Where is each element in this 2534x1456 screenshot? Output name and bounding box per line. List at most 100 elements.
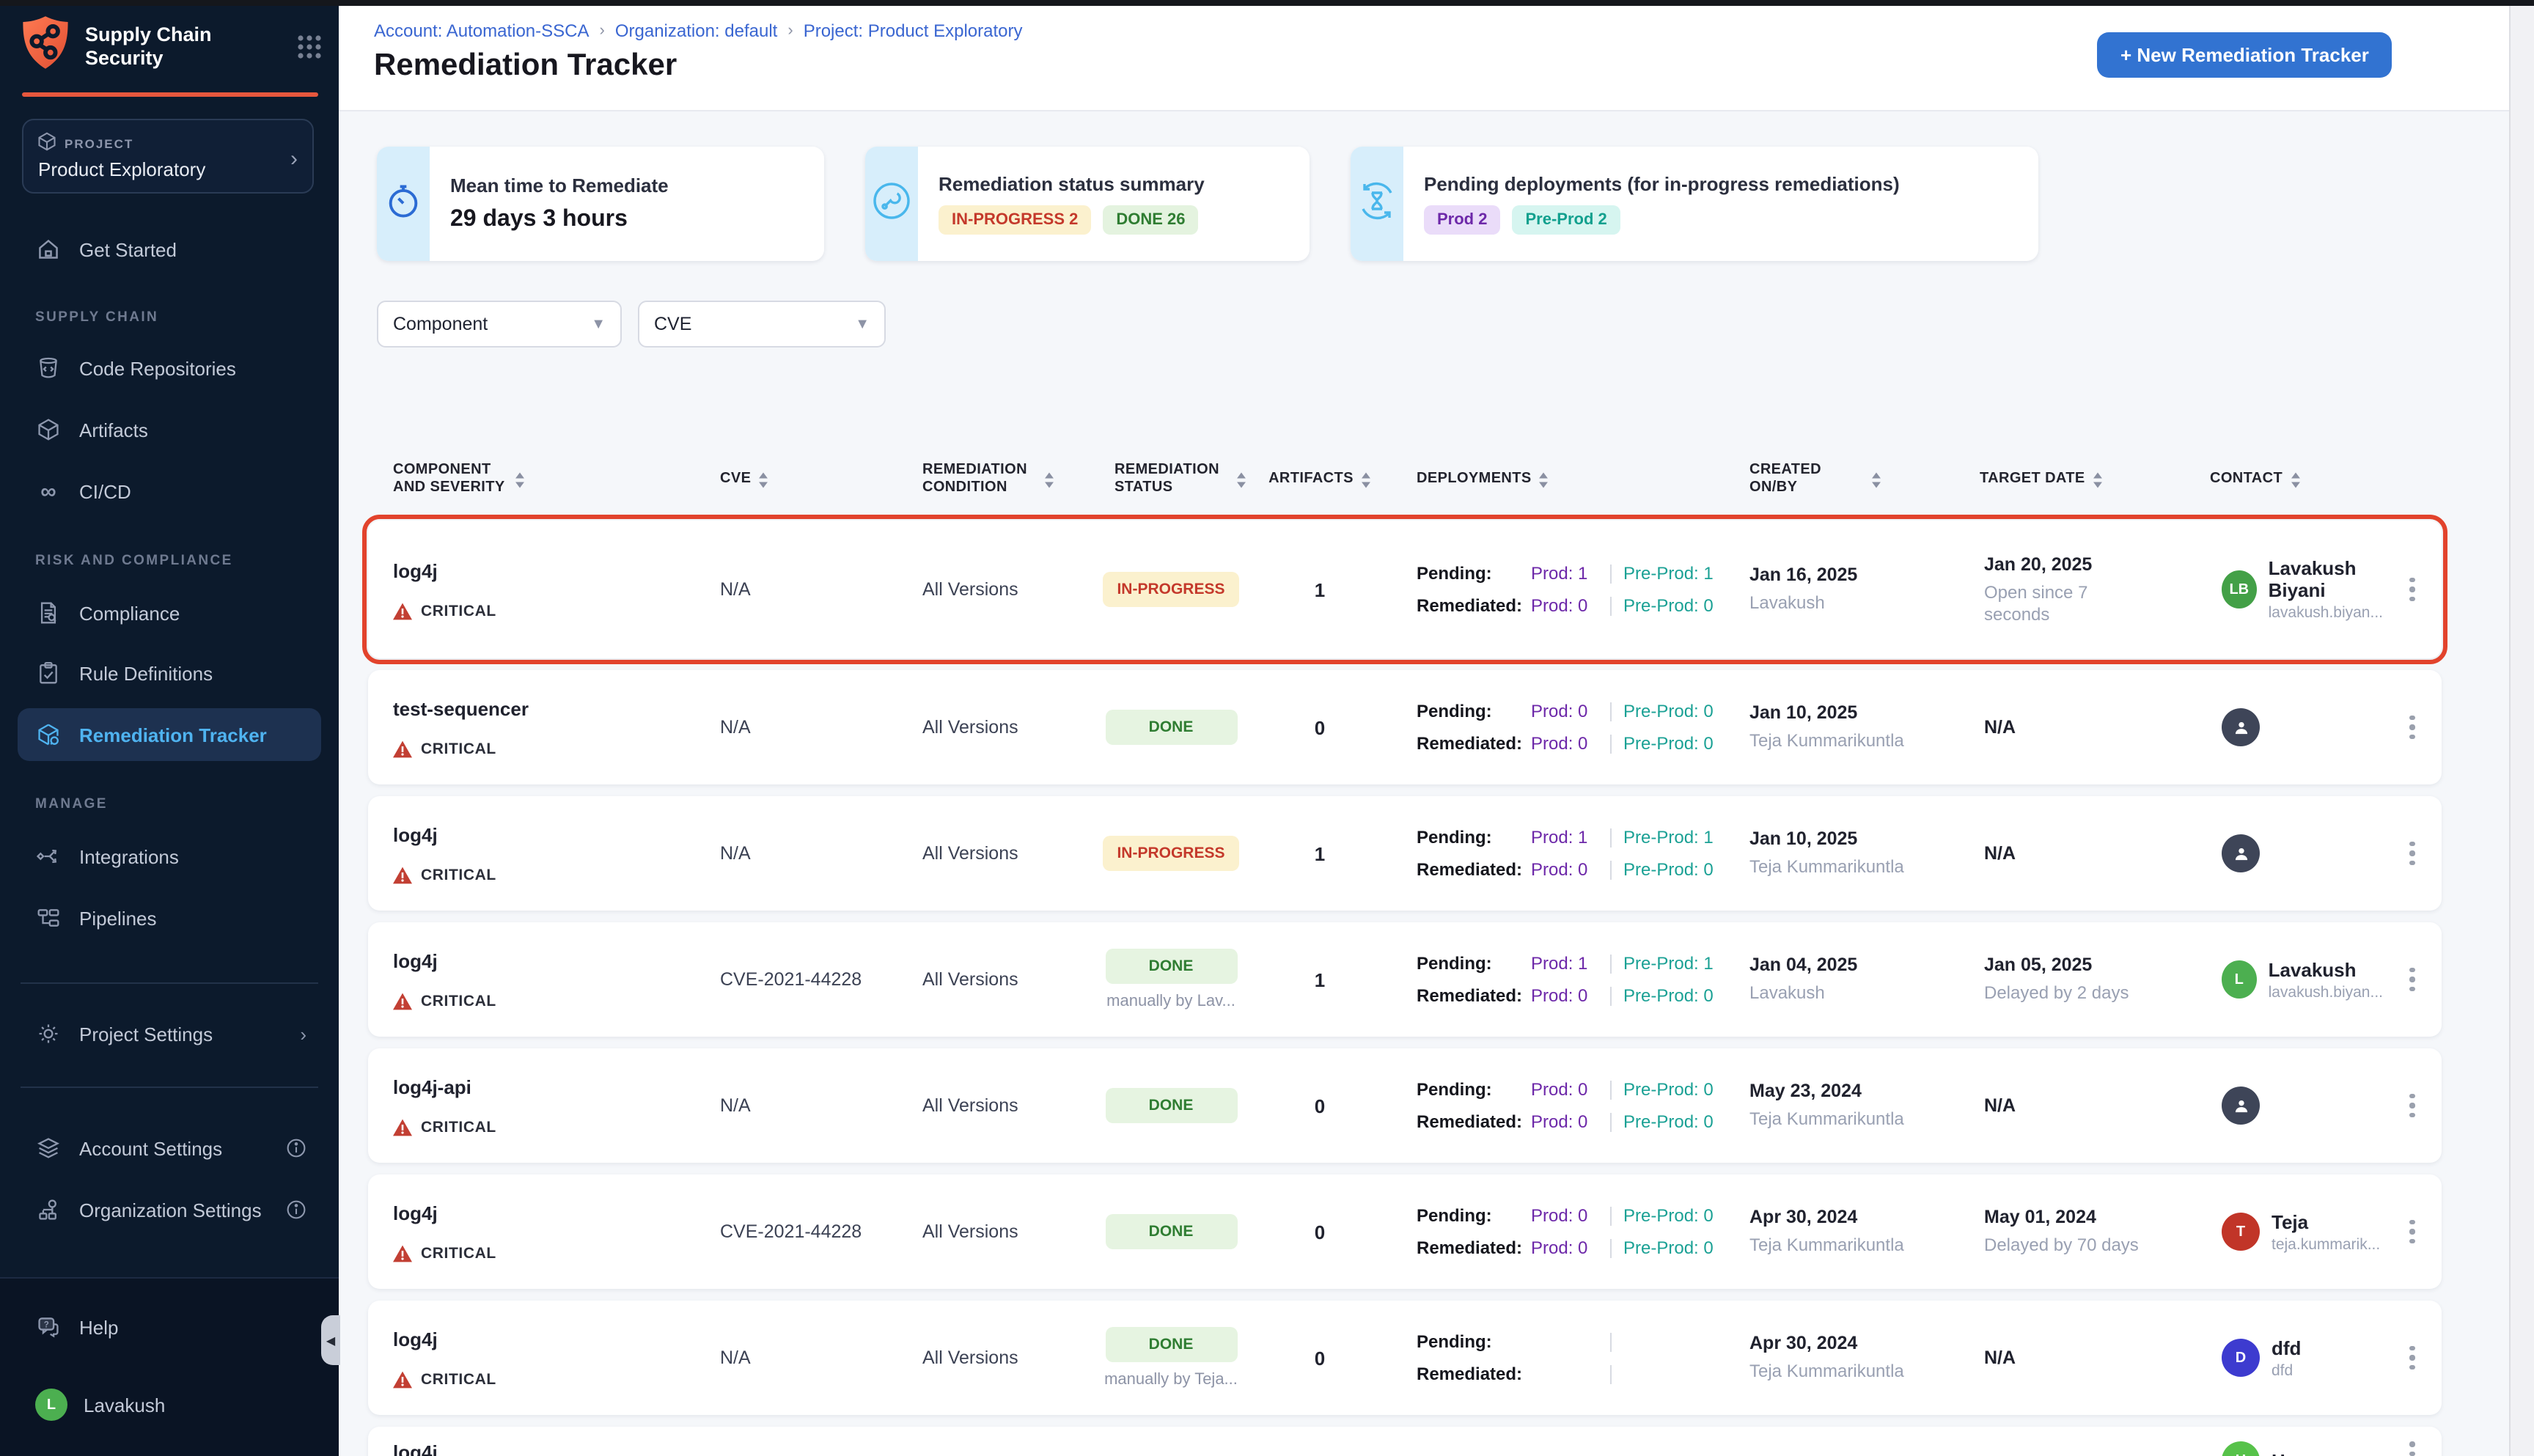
table-row[interactable]: log4jHHarness	[368, 1427, 2442, 1456]
sidebar-user[interactable]: L Lavakush	[18, 1378, 321, 1431]
row-menu-kebab[interactable]	[2383, 1094, 2442, 1118]
sidebar-item-pipelines[interactable]: Pipelines	[18, 891, 321, 944]
sort-icon[interactable]	[2290, 471, 2300, 488]
vertical-scrollbar[interactable]	[2509, 0, 2534, 1456]
deploy-label: Pending:	[1417, 701, 1531, 721]
row-menu-kebab[interactable]	[2383, 842, 2442, 866]
deploy-prod-value[interactable]: Prod: 1	[1531, 563, 1598, 584]
deploy-preprod-value[interactable]: Pre-Prod: 0	[1623, 1238, 1714, 1258]
table-row[interactable]: log4jCRITICALCVE-2021-44228All VersionsD…	[368, 1174, 2442, 1289]
sort-icon[interactable]	[758, 471, 768, 488]
deploy-preprod-value[interactable]: Pre-Prod: 0	[1623, 985, 1714, 1006]
deploy-preprod-value[interactable]: Pre-Prod: 0	[1623, 595, 1714, 616]
deploy-prod-value[interactable]: Prod: 0	[1531, 859, 1598, 880]
deploy-prod-value[interactable]: Prod: 0	[1531, 1238, 1598, 1258]
divider	[1610, 734, 1612, 753]
contact-avatar: LB	[2222, 570, 2257, 608]
column-header[interactable]: REMEDIATION STATUS	[1081, 462, 1261, 497]
component-filter-dropdown[interactable]: Component ▼	[377, 301, 622, 348]
component-name: log4j	[393, 1328, 704, 1350]
module-grid-icon[interactable]	[295, 32, 324, 61]
deploy-preprod-value[interactable]: Pre-Prod: 0	[1623, 1205, 1714, 1226]
row-menu-kebab[interactable]	[2383, 1441, 2442, 1456]
column-header[interactable]: CONTACT	[2200, 471, 2383, 488]
deploy-prod-value[interactable]: Prod: 0	[1531, 701, 1598, 721]
app-title: Supply ChainSecurity	[85, 23, 295, 70]
breadcrumb-organization[interactable]: Organization: default	[615, 21, 778, 41]
deploy-preprod-value[interactable]: Pre-Prod: 0	[1623, 1111, 1714, 1132]
severity-badge: CRITICAL	[393, 1370, 704, 1388]
table-row[interactable]: log4jCRITICALN/AAll VersionsIN-PROGRESS1…	[368, 796, 2442, 911]
table-row[interactable]: log4j-apiCRITICALN/AAll VersionsDONE0Pen…	[368, 1048, 2442, 1163]
chevron-down-icon: ▼	[591, 316, 606, 332]
status-note: manually by Lav...	[1106, 993, 1235, 1010]
severity-badge: CRITICAL	[393, 602, 704, 619]
deploy-preprod-value[interactable]: Pre-Prod: 0	[1623, 733, 1714, 754]
row-menu-kebab[interactable]	[2383, 578, 2442, 602]
cve-filter-dropdown[interactable]: CVE ▼	[638, 301, 886, 348]
sidebar-item-integrations[interactable]: Integrations	[18, 830, 321, 883]
column-header[interactable]: TARGET DATE	[1965, 471, 2200, 488]
contact-cell: TTejateja.kummarik...	[2200, 1210, 2383, 1253]
sidebar-item-cicd[interactable]: ∞ CI/CD	[18, 465, 321, 518]
deploy-prod-value[interactable]: Prod: 0	[1531, 1079, 1598, 1100]
sidebar-item-remediation-tracker[interactable]: Remediation Tracker	[18, 708, 321, 761]
sort-icon[interactable]	[515, 471, 525, 488]
table-row[interactable]: test-sequencerCRITICALN/AAll VersionsDON…	[368, 670, 2442, 784]
row-menu-kebab[interactable]	[2383, 1220, 2442, 1244]
deploy-prod-value[interactable]: Prod: 1	[1531, 827, 1598, 848]
table-row[interactable]: log4jCRITICALN/AAll VersionsDONEmanually…	[368, 1301, 2442, 1415]
sidebar-collapse-handle[interactable]: ◀	[321, 1315, 340, 1365]
table-row[interactable]: log4jCRITICALN/AAll VersionsIN-PROGRESS1…	[368, 521, 2442, 658]
critical-icon	[393, 1244, 412, 1262]
sort-icon[interactable]	[2093, 471, 2103, 488]
deploy-label: Pending:	[1417, 1079, 1531, 1100]
sort-icon[interactable]	[1871, 471, 1881, 488]
column-header[interactable]: ARTIFACTS	[1261, 471, 1378, 488]
sort-icon[interactable]	[1236, 471, 1246, 488]
deploy-label: Pending:	[1417, 827, 1531, 848]
breadcrumb-account[interactable]: Account: Automation-SSCA	[374, 21, 590, 41]
sidebar-item-organization-settings[interactable]: Organization Settings	[18, 1183, 321, 1236]
deploy-prod-value[interactable]: Prod: 0	[1531, 1111, 1598, 1132]
sidebar-item-help[interactable]: ? Help	[18, 1301, 321, 1353]
column-header[interactable]: CREATED ON/BY	[1730, 462, 1965, 497]
row-menu-kebab[interactable]	[2383, 716, 2442, 740]
breadcrumb-project[interactable]: Project: Product Exploratory	[804, 21, 1023, 41]
sidebar-item-project-settings[interactable]: Project Settings ›	[18, 1007, 321, 1060]
deploy-prod-value[interactable]: Prod: 0	[1531, 985, 1598, 1006]
sort-icon[interactable]	[1361, 471, 1371, 488]
user-avatar: L	[35, 1389, 67, 1421]
table-row[interactable]: log4jCRITICALCVE-2021-44228All VersionsD…	[368, 922, 2442, 1037]
deploy-preprod-value[interactable]: Pre-Prod: 0	[1623, 859, 1714, 880]
column-header[interactable]: REMEDIATION CONDITION	[909, 462, 1081, 497]
new-remediation-tracker-button[interactable]: + New Remediation Tracker	[2097, 32, 2392, 78]
sort-icon[interactable]	[1538, 471, 1549, 488]
deploy-preprod-value[interactable]: Pre-Prod: 0	[1623, 701, 1714, 721]
document-search-icon	[35, 600, 62, 626]
deploy-prod-value[interactable]: Prod: 1	[1531, 953, 1598, 974]
deploy-prod-value[interactable]: Prod: 0	[1531, 1205, 1598, 1226]
sidebar-item-compliance[interactable]: Compliance	[18, 587, 321, 639]
deploy-preprod-value[interactable]: Pre-Prod: 1	[1623, 953, 1714, 974]
row-menu-kebab[interactable]	[2383, 968, 2442, 992]
row-menu-kebab[interactable]	[2383, 1346, 2442, 1370]
artifacts-cell: 1	[1261, 578, 1378, 600]
deploy-preprod-value[interactable]: Pre-Prod: 0	[1623, 1079, 1714, 1100]
sort-icon[interactable]	[1044, 471, 1054, 488]
status-cell: DONEmanually by Lav...	[1081, 949, 1261, 1010]
project-selector[interactable]: PROJECT Product Exploratory ›	[22, 119, 314, 194]
column-header[interactable]: DEPLOYMENTS	[1378, 471, 1730, 488]
sidebar-item-account-settings[interactable]: Account Settings	[18, 1122, 321, 1174]
deploy-preprod-value[interactable]: Pre-Prod: 1	[1623, 563, 1714, 584]
target-date: N/A	[1984, 843, 2200, 864]
sidebar-item-get-started[interactable]: Get Started	[18, 223, 321, 276]
deploy-preprod-value[interactable]: Pre-Prod: 1	[1623, 827, 1714, 848]
column-header[interactable]: COMPONENT AND SEVERITY	[368, 462, 704, 497]
sidebar-item-code-repositories[interactable]: Code Repositories	[18, 342, 321, 394]
column-header[interactable]: CVE	[704, 471, 909, 488]
deploy-prod-value[interactable]: Prod: 0	[1531, 595, 1598, 616]
sidebar-item-rule-definitions[interactable]: Rule Definitions	[18, 647, 321, 699]
sidebar-item-artifacts[interactable]: Artifacts	[18, 403, 321, 456]
deploy-prod-value[interactable]: Prod: 0	[1531, 733, 1598, 754]
